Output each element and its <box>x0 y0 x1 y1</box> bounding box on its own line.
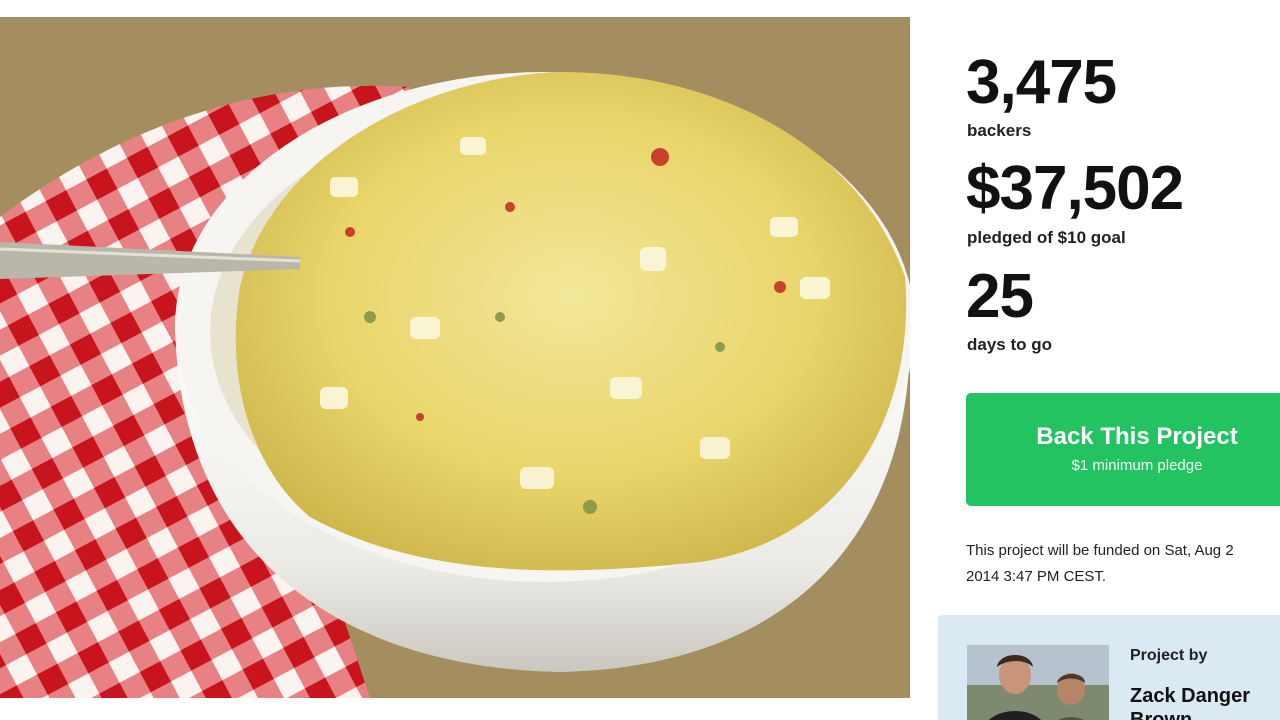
back-this-project-button[interactable]: Back This Project $1 minimum pledge <box>966 393 1280 506</box>
creator-avatar[interactable] <box>967 645 1109 720</box>
backers-count: 3,475 <box>966 48 1117 117</box>
creator-card: Project by Zack Danger Brown <box>938 615 1280 720</box>
creator-name-link[interactable]: Zack Danger Brown <box>1130 684 1270 720</box>
project-hero-image[interactable] <box>0 17 910 698</box>
days-remaining-label: days to go <box>967 335 1053 354</box>
back-button-subtitle: $1 minimum pledge <box>1071 457 1203 474</box>
project-by-label: Project by <box>1130 647 1208 664</box>
back-button-title: Back This Project <box>1036 423 1238 450</box>
pledged-amount: $37,502 <box>966 154 1184 223</box>
funding-deadline-note: This project will be funded on Sat, Aug … <box>966 542 1234 585</box>
backers-label: backers <box>967 121 1032 140</box>
days-remaining-count: 25 <box>966 262 1034 331</box>
pledged-goal-label: pledged of $10 goal <box>967 228 1126 247</box>
